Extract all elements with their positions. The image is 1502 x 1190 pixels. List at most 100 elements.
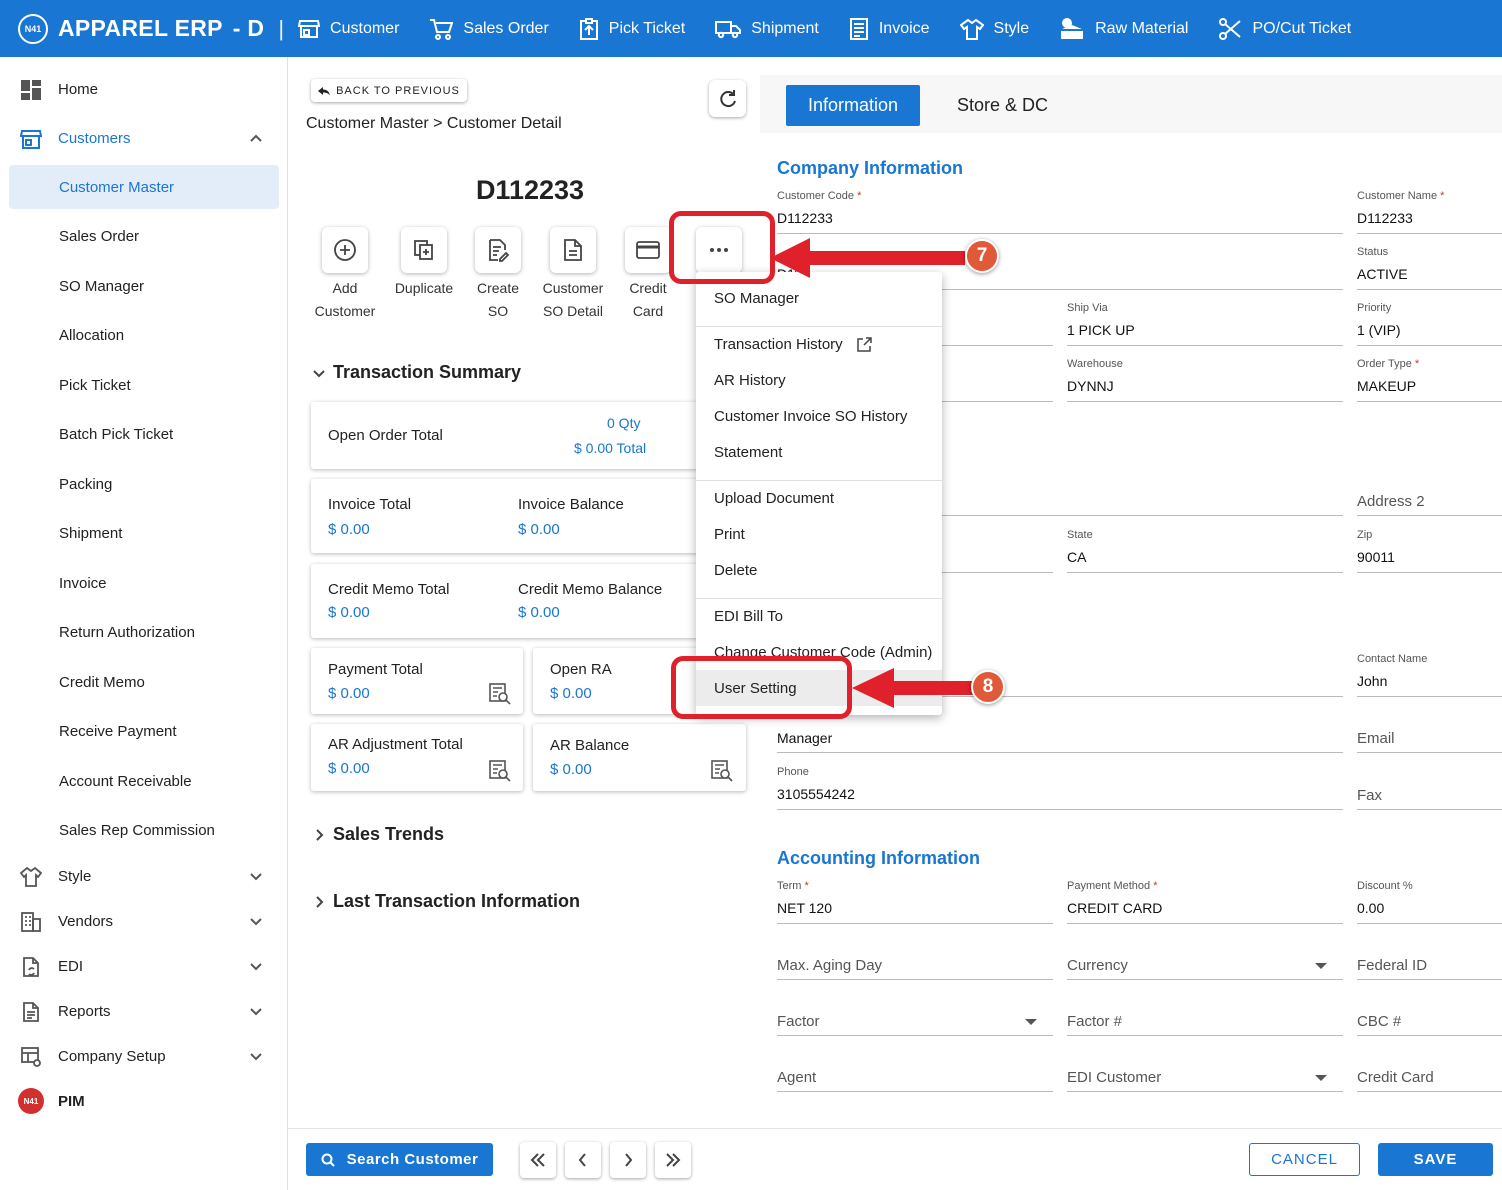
sidebar-item-allocation[interactable]: Allocation: [9, 313, 279, 357]
chevron-down-icon: [250, 1008, 262, 1016]
priority-field[interactable]: Priority 1 (VIP): [1357, 302, 1502, 346]
sidebar-item-batch-pick-ticket[interactable]: Batch Pick Ticket: [9, 412, 279, 456]
last-page-button[interactable]: [655, 1142, 691, 1178]
menu-item-upload-document[interactable]: Upload Document: [714, 490, 834, 507]
factor-number-field[interactable]: Factor #: [1067, 992, 1343, 1036]
truck-icon: [715, 20, 742, 38]
sidebar-item-company-setup[interactable]: Company Setup: [0, 1034, 288, 1078]
menu-item-print[interactable]: Print: [714, 526, 745, 543]
menu-divider: [696, 480, 942, 481]
last-transaction-header[interactable]: Last Transaction Information: [311, 891, 580, 912]
edi-customer-select[interactable]: EDI Customer: [1067, 1048, 1343, 1092]
tab-store-dc[interactable]: Store & DC: [957, 95, 1048, 116]
shirt-icon: [959, 18, 984, 40]
factor-select[interactable]: Factor: [777, 992, 1053, 1036]
menu-item-statement[interactable]: Statement: [714, 444, 782, 461]
sidebar-item-reports[interactable]: Reports: [0, 989, 288, 1033]
currency-select[interactable]: Currency: [1067, 936, 1343, 980]
refresh-button[interactable]: [709, 80, 746, 117]
sidebar-item-vendors[interactable]: Vendors: [0, 899, 288, 943]
create-so-button[interactable]: Create SO: [458, 227, 538, 323]
max-aging-day-field[interactable]: Max. Aging Day: [777, 936, 1053, 980]
sidebar-item-edi[interactable]: EDI: [0, 944, 288, 988]
menu-item-customer-invoice-so-history[interactable]: Customer Invoice SO History: [714, 408, 907, 425]
discount-field[interactable]: Discount % 0.00: [1357, 880, 1502, 924]
address-2-field[interactable]: Address 2: [1357, 472, 1502, 516]
federal-id-field[interactable]: Federal ID: [1357, 936, 1502, 980]
sidebar-item-sales-order[interactable]: Sales Order: [9, 214, 279, 258]
sidebar-item-home[interactable]: Home: [0, 67, 288, 111]
storefront-icon: [298, 19, 321, 38]
nav-style[interactable]: Style: [959, 18, 1029, 40]
zip-field[interactable]: Zip 90011: [1357, 529, 1502, 573]
term-field[interactable]: Term * NET 120: [777, 880, 1053, 924]
contact-name-field[interactable]: Contact Name John: [1357, 653, 1502, 697]
menu-item-edi-bill-to[interactable]: EDI Bill To: [714, 608, 783, 625]
sidebar-item-customers[interactable]: Customers: [0, 116, 288, 160]
first-page-button[interactable]: [520, 1142, 556, 1178]
sidebar-item-credit-memo[interactable]: Credit Memo: [9, 660, 279, 704]
manager-field[interactable]: Manager: [777, 709, 1343, 753]
sidebar-item-invoice[interactable]: Invoice: [9, 561, 279, 605]
cbc-number-field[interactable]: CBC #: [1357, 992, 1502, 1036]
order-type-field[interactable]: Order Type * MAKEUP: [1357, 358, 1502, 402]
highlight-box-more-button: [669, 211, 775, 284]
menu-item-ar-history[interactable]: AR History: [714, 372, 786, 389]
sales-trends-header[interactable]: Sales Trends: [311, 824, 444, 845]
fax-field[interactable]: Fax: [1357, 766, 1502, 810]
credit-card-field[interactable]: Credit Card: [1357, 1048, 1502, 1092]
tab-information[interactable]: Information: [786, 85, 920, 126]
n41-logo: N41: [18, 13, 48, 44]
cancel-button[interactable]: CANCEL: [1249, 1143, 1360, 1176]
customer-so-detail-button[interactable]: Customer SO Detail: [533, 227, 613, 323]
sidebar-item-receive-payment[interactable]: Receive Payment: [9, 709, 279, 753]
nav-po-cut-ticket[interactable]: PO/Cut Ticket: [1218, 17, 1351, 41]
search-document-icon[interactable]: [489, 760, 511, 782]
sidebar-item-pick-ticket[interactable]: Pick Ticket: [9, 363, 279, 407]
save-button[interactable]: SAVE: [1378, 1143, 1493, 1176]
warehouse-field[interactable]: Warehouse DYNNJ: [1067, 358, 1343, 402]
sidebar-item-sales-rep-commission[interactable]: Sales Rep Commission: [9, 808, 279, 852]
sidebar-item-customer-master[interactable]: Customer Master: [9, 165, 279, 209]
phone-field[interactable]: Phone 3105554242: [777, 766, 1343, 810]
status-field[interactable]: Status ACTIVE: [1357, 246, 1502, 290]
email-field[interactable]: Email: [1357, 709, 1502, 753]
nav-pick-ticket[interactable]: Pick Ticket: [579, 17, 685, 40]
sidebar-item-account-receivable[interactable]: Account Receivable: [9, 759, 279, 803]
sidebar-item-pim[interactable]: N41 PIM: [0, 1079, 288, 1123]
nav-sales-order[interactable]: Sales Order: [429, 18, 549, 40]
nav-invoice[interactable]: Invoice: [849, 17, 930, 40]
payment-method-field[interactable]: Payment Method * CREDIT CARD: [1067, 880, 1343, 924]
highlight-box-user-setting: [671, 656, 852, 719]
chevron-down-icon: [250, 1053, 262, 1061]
previous-page-button[interactable]: [565, 1142, 601, 1178]
menu-item-delete[interactable]: Delete: [714, 562, 757, 579]
nav-customer[interactable]: Customer: [298, 19, 399, 39]
nav-raw-material[interactable]: Raw Material: [1059, 17, 1188, 41]
next-page-button[interactable]: [610, 1142, 646, 1178]
add-customer-button[interactable]: Add Customer: [305, 227, 385, 323]
customer-name-field[interactable]: Customer Name * D112233: [1357, 190, 1502, 234]
sidebar-item-shipment[interactable]: Shipment: [9, 511, 279, 555]
menu-item-transaction-history[interactable]: Transaction History: [714, 336, 872, 353]
state-field[interactable]: State CA: [1067, 529, 1343, 573]
sidebar-item-so-manager[interactable]: SO Manager: [9, 264, 279, 308]
customer-code-field[interactable]: Customer Code * D112233: [777, 190, 1343, 234]
settings-grid-icon: [21, 1047, 41, 1067]
app-brand: APPAREL ERP: [58, 15, 223, 41]
search-customer-button[interactable]: Search Customer: [306, 1143, 493, 1176]
duplicate-button[interactable]: Duplicate: [384, 227, 464, 300]
transaction-summary-header[interactable]: Transaction Summary: [311, 362, 521, 383]
menu-item-so-manager[interactable]: SO Manager: [714, 290, 799, 307]
chevron-down-icon: [250, 873, 262, 881]
ship-via-field[interactable]: Ship Via 1 PICK UP: [1067, 302, 1343, 346]
sidebar-item-style[interactable]: Style: [0, 854, 288, 898]
sidebar-item-return-authorization[interactable]: Return Authorization: [9, 610, 279, 654]
search-document-icon[interactable]: [711, 760, 733, 782]
report-icon: [23, 1002, 39, 1022]
back-to-previous-button[interactable]: BACK TO PREVIOUS: [311, 79, 467, 102]
nav-shipment[interactable]: Shipment: [715, 19, 819, 39]
search-document-icon[interactable]: [489, 683, 511, 705]
agent-field[interactable]: Agent: [777, 1048, 1053, 1092]
sidebar-item-packing[interactable]: Packing: [9, 462, 279, 506]
